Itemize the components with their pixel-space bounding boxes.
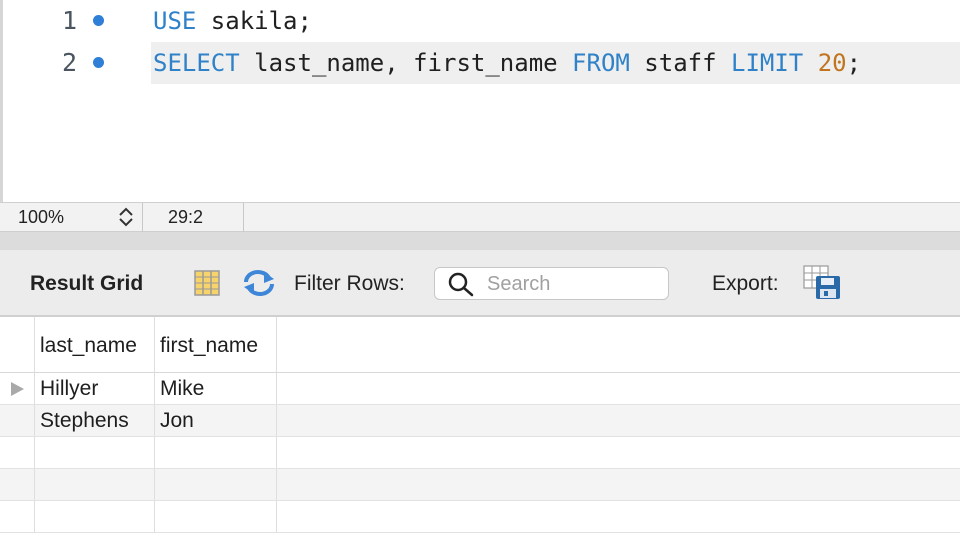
code-line-current[interactable]: 2 SELECT last_name, first_name FROM staf… [3,42,960,84]
code-line[interactable]: 1 USE sakila; [3,0,960,42]
sql-text: last_name, first_name [239,49,573,77]
sql-editor[interactable]: 1 USE sakila; 2 SELECT last_name, first_… [0,0,960,202]
statement-marker-icon [93,57,104,68]
table-row[interactable]: Stephens Jon [0,405,960,437]
cursor-position: 29:2 [168,207,204,227]
row-selector[interactable] [0,501,35,532]
table-cell[interactable]: Jon [155,405,277,436]
sql-text: sakila; [196,7,312,35]
sql-keyword: SELECT [153,49,240,77]
code-text[interactable]: SELECT last_name, first_name FROM staff … [153,42,861,84]
table-row-empty[interactable] [0,437,960,469]
result-grid[interactable]: last_name first_name Hillyer Mike Stephe… [0,317,960,533]
panel-splitter[interactable] [0,232,960,250]
status-divider [243,203,244,233]
row-header-corner [0,317,35,372]
result-grid-tab[interactable]: Result Grid [30,250,143,317]
table-cell[interactable] [35,437,155,468]
filter-search-box[interactable] [434,267,669,300]
sql-keyword: FROM [572,49,630,77]
grid-layout-icon[interactable] [193,269,221,302]
table-cell[interactable]: Hillyer [35,373,155,404]
table-cell[interactable] [155,501,277,532]
sql-keyword: USE [153,7,197,35]
filter-rows-label: Filter Rows: [294,272,405,295]
row-selector[interactable] [0,437,35,468]
code-text[interactable]: USE sakila; [153,0,312,42]
table-cell[interactable] [35,501,155,532]
row-selector[interactable] [0,469,35,500]
table-cell[interactable] [155,437,277,468]
column-header[interactable]: last_name [35,317,155,372]
column-header[interactable]: first_name [155,317,277,372]
line-number: 1 [61,6,77,35]
sql-text: ; [846,49,862,77]
current-row-arrow-icon [11,382,24,396]
row-selector[interactable] [0,373,35,404]
export-icon[interactable] [803,265,843,306]
grid-header-row: last_name first_name [0,317,960,373]
sql-text: staff [629,49,731,77]
search-icon [447,271,475,302]
export-label: Export: [712,272,779,295]
table-cell[interactable]: Mike [155,373,277,404]
refresh-icon[interactable] [242,269,276,302]
row-selector[interactable] [0,405,35,436]
table-row-empty[interactable] [0,469,960,501]
table-row[interactable]: Hillyer Mike [0,373,960,405]
filter-search-input[interactable] [485,270,664,299]
result-toolbar: Result Grid Filter Rows: Export: [0,250,960,317]
editor-status-bar: 100% 29:2 [0,202,960,233]
line-number: 2 [61,48,77,77]
sql-keyword: LIMIT [731,49,804,77]
sql-number: 20 [817,49,847,77]
table-row-empty[interactable] [0,501,960,533]
table-cell[interactable]: Stephens [35,405,155,436]
statement-marker-icon [93,15,104,26]
table-cell[interactable] [35,469,155,500]
table-cell[interactable] [155,469,277,500]
zoom-stepper-icon[interactable] [116,206,136,228]
status-divider [142,203,143,233]
zoom-level[interactable]: 100% [18,203,64,231]
